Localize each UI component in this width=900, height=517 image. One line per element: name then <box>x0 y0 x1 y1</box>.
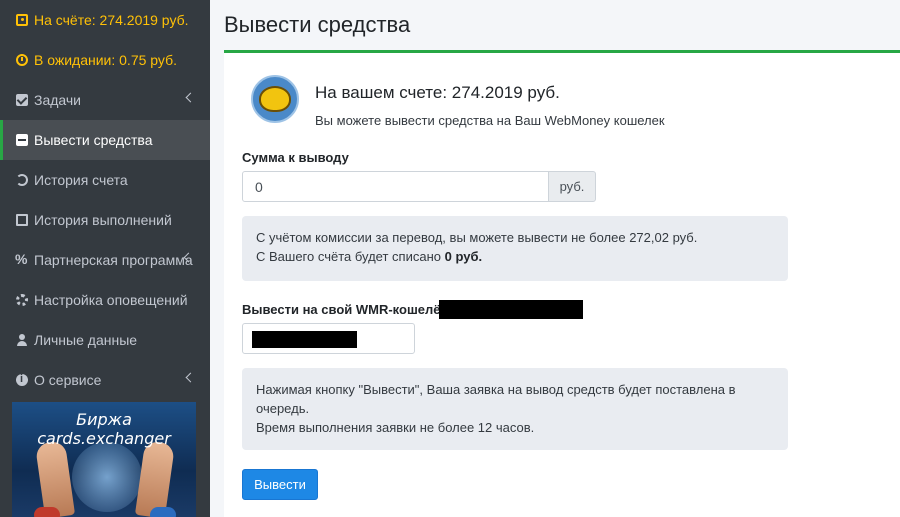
clock-icon <box>16 54 28 66</box>
banner-title: Биржа cards.exchanger <box>37 410 171 448</box>
sidebar-item-label: Настройка оповещений <box>34 292 188 308</box>
sidebar-item-affiliate[interactable]: Партнерская программа <box>0 240 210 280</box>
banner-figure-left <box>34 440 76 517</box>
sidebar-item-withdraw[interactable]: Вывести средства <box>0 120 210 160</box>
withdraw-button[interactable]: Вывести <box>242 469 318 500</box>
boxing-glove-left <box>34 507 60 517</box>
balance-text: На счёте: 274.2019 руб. <box>34 12 189 28</box>
documents-icon <box>16 214 28 226</box>
queue-notice-box: Нажимая кнопку "Вывести", Ваша заявка на… <box>242 368 788 450</box>
commission-line-2: С Вашего счёта будет списано 0 руб. <box>256 247 774 266</box>
percent-icon <box>15 251 28 267</box>
sidebar-item-label: Вывести средства <box>34 132 153 148</box>
redacted-wallet-id <box>439 300 583 319</box>
commission-info-box: С учётом комиссии за перевод, вы можете … <box>242 216 788 281</box>
page-title: Вывести средства <box>224 12 411 37</box>
user-icon <box>16 334 28 346</box>
amount-input[interactable] <box>242 171 549 202</box>
info-icon <box>16 373 28 386</box>
boxing-glove-right <box>150 507 176 517</box>
commission-amount: 0 руб. <box>444 249 483 264</box>
sidebar-item-label: Партнерская программа <box>34 252 193 268</box>
commission-line-1: С учётом комиссии за перевод, вы можете … <box>256 230 698 245</box>
notice-line-1: Нажимая кнопку "Вывести", Ваша заявка на… <box>256 382 736 416</box>
gears-icon <box>16 294 28 306</box>
sidebar-item-account-history[interactable]: История счета <box>0 160 210 200</box>
sidebar-item-tasks[interactable]: Задачи <box>0 80 210 120</box>
sidebar-item-label: История счета <box>34 172 128 188</box>
notice-line-2: Время выполнения заявки не более 12 часо… <box>256 420 535 435</box>
amount-label: Сумма к выводу <box>242 150 349 165</box>
webmoney-logo-icon <box>251 75 299 123</box>
history-icon <box>16 174 28 186</box>
commission-line-2-prefix: С Вашего счёта будет списано <box>256 249 445 264</box>
sidebar-item-label: История выполнений <box>34 212 172 228</box>
chevron-left-icon <box>185 92 196 103</box>
minus-square-icon <box>16 134 28 146</box>
pending-text: В ожидании: 0.75 руб. <box>34 52 177 68</box>
sidebar-balance[interactable]: На счёте: 274.2019 руб. <box>0 0 210 40</box>
sidebar-pending[interactable]: В ожидании: 0.75 руб. <box>0 40 210 80</box>
sidebar-item-label: О сервисе <box>34 372 102 388</box>
sidebar-item-completion-history[interactable]: История выполнений <box>0 200 210 240</box>
sidebar-item-about[interactable]: О сервисе <box>0 360 210 400</box>
sidebar-item-notifications[interactable]: Настройка оповещений <box>0 280 210 320</box>
money-icon <box>16 14 28 26</box>
sidebar-item-label: Личные данные <box>34 332 138 348</box>
checkbox-icon <box>16 94 28 106</box>
currency-suffix: руб. <box>548 171 596 202</box>
wmr-label: Вывести на свой WMR-кошелёк <box>242 302 448 317</box>
balance-heading: На вашем счете: 274.2019 руб. <box>315 83 560 102</box>
chevron-left-icon <box>185 372 196 383</box>
sidebar-item-label: Задачи <box>34 92 82 108</box>
redacted-wallet-value <box>252 331 357 348</box>
banner-glow <box>72 442 142 512</box>
banner-figure-right <box>134 440 176 517</box>
sidebar-item-profile[interactable]: Личные данные <box>0 320 210 360</box>
balance-subtitle: Вы можете вывести средства на Ваш WebMon… <box>315 113 665 128</box>
sidebar: На счёте: 274.2019 руб. В ожидании: 0.75… <box>0 0 210 517</box>
promo-banner[interactable]: Биржа cards.exchanger <box>12 402 196 517</box>
